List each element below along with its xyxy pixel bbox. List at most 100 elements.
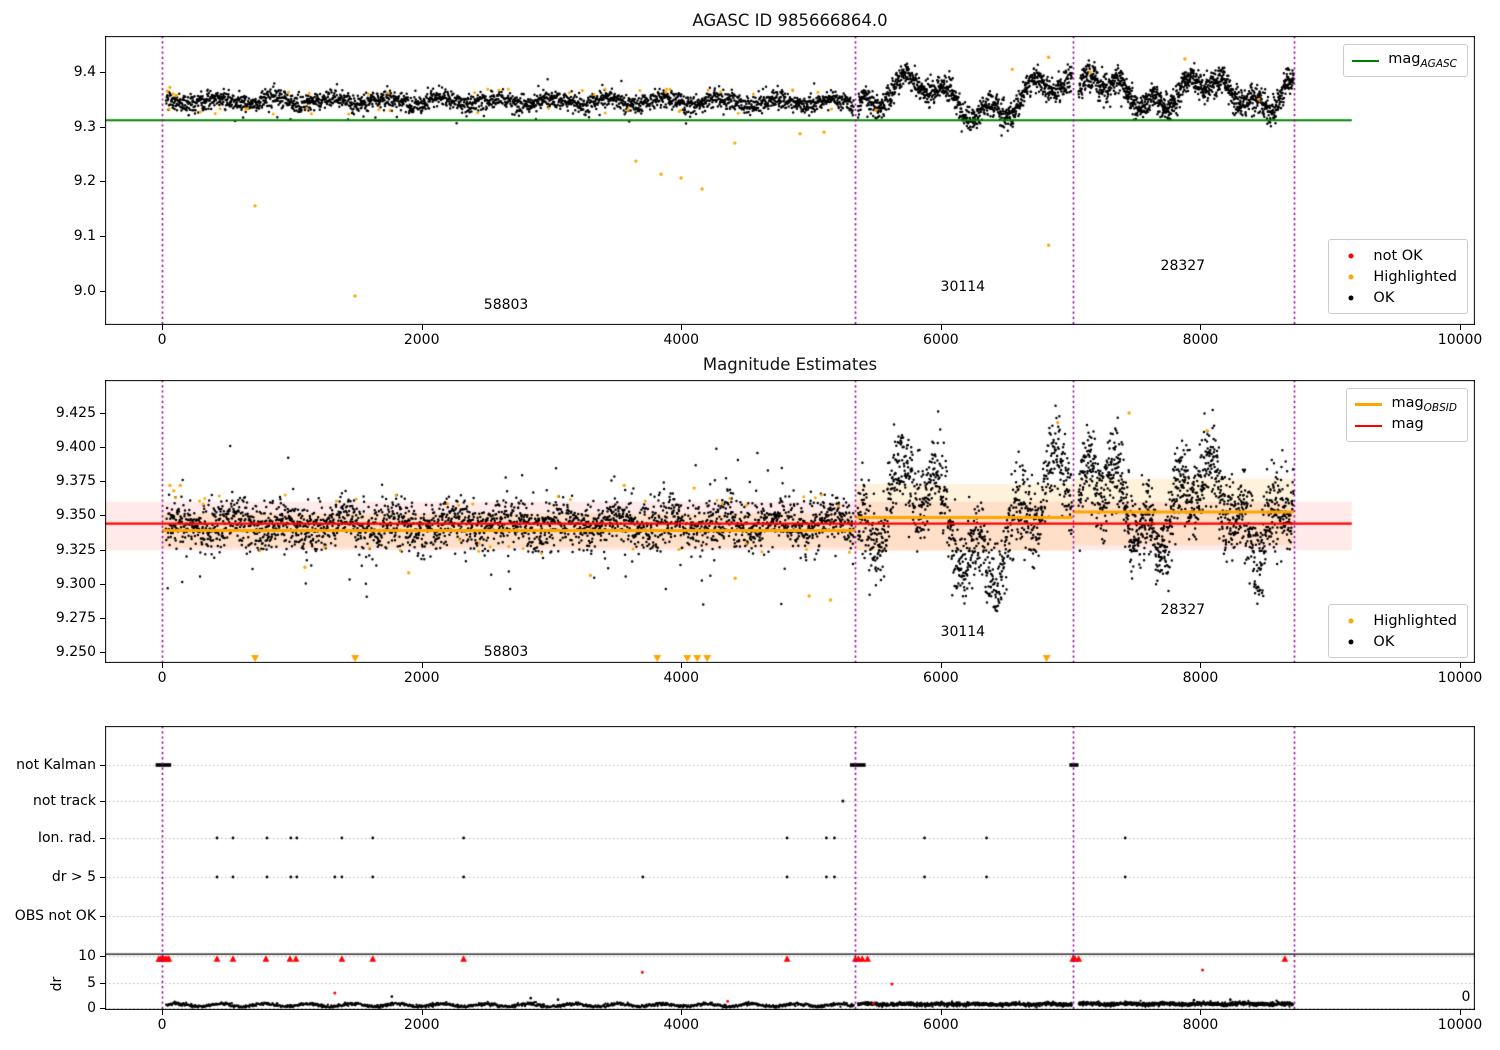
flag-category-label: dr > 5 bbox=[51, 869, 96, 885]
right-edge-zero-label: 0 bbox=[1461, 988, 1471, 1005]
flag-tick-mark bbox=[100, 764, 105, 766]
highlighted-label-2: Highlighted bbox=[1373, 612, 1457, 629]
ok-label: OK bbox=[1373, 289, 1395, 306]
obsid-annotation: 58803 bbox=[483, 643, 529, 660]
obsid-annotation: 30114 bbox=[940, 279, 986, 296]
flag-tick-mark bbox=[100, 801, 105, 802]
x-tick-label: 10000 bbox=[1437, 670, 1483, 686]
legend-point-types-middle: Highlighted OK bbox=[1328, 604, 1468, 658]
flag-tick-mark bbox=[100, 877, 105, 878]
legend-point-types-top: not OK Highlighted OK bbox=[1328, 239, 1468, 314]
y-tick-label: 9.350 bbox=[55, 507, 96, 524]
x-tick-mark bbox=[162, 1010, 164, 1015]
mag-label: mag bbox=[1391, 416, 1424, 433]
dr-tick-mark bbox=[100, 1008, 105, 1009]
mag-obsid-line-swatch bbox=[1355, 403, 1383, 406]
ok-label-2: OK bbox=[1373, 633, 1395, 650]
highlighted-label: Highlighted bbox=[1373, 268, 1457, 285]
x-tick-mark bbox=[421, 663, 423, 668]
flag-category-label: Ion. rad. bbox=[37, 830, 96, 846]
x-tick-label: 10000 bbox=[1437, 1017, 1483, 1033]
flag-tick-mark bbox=[100, 838, 105, 839]
x-tick-label: 8000 bbox=[1182, 1017, 1219, 1033]
x-tick-mark bbox=[421, 325, 423, 330]
legend-item-highlighted: Highlighted bbox=[1337, 266, 1457, 287]
agasc-mag-plot-canvas bbox=[105, 36, 1475, 325]
x-tick-mark bbox=[1460, 325, 1462, 330]
y-tick-label: 9.400 bbox=[55, 439, 96, 456]
magnitude-estimates-plot-canvas bbox=[105, 380, 1475, 663]
y-tick-label: 9.3 bbox=[73, 118, 96, 135]
not-ok-marker-swatch bbox=[1337, 249, 1364, 263]
x-tick-label: 8000 bbox=[1182, 670, 1219, 686]
mag-obsid-label: magOBSID bbox=[1391, 395, 1457, 414]
x-tick-mark bbox=[162, 663, 164, 668]
y-tick-label: 9.4 bbox=[73, 64, 96, 81]
y-tick-mark bbox=[100, 583, 105, 585]
x-tick-mark bbox=[1460, 1010, 1462, 1015]
legend-item-mag: mag bbox=[1355, 415, 1457, 436]
x-tick-label: 0 bbox=[157, 332, 167, 348]
x-tick-label: 10000 bbox=[1437, 332, 1483, 348]
flag-tick-mark bbox=[100, 915, 105, 917]
flag-category-label: not Kalman bbox=[16, 756, 96, 773]
y-tick-mark bbox=[100, 617, 105, 619]
dr-tick-mark bbox=[100, 956, 105, 957]
dr-axis-label: dr bbox=[49, 976, 65, 992]
y-tick-mark bbox=[100, 290, 105, 292]
x-tick-label: 4000 bbox=[663, 332, 700, 348]
mag-agasc-line-swatch bbox=[1352, 59, 1380, 62]
x-tick-mark bbox=[162, 325, 164, 330]
x-tick-label: 6000 bbox=[923, 332, 959, 348]
not-ok-label: not OK bbox=[1373, 247, 1423, 264]
legend-item-mag-agasc: magAGASC bbox=[1352, 50, 1457, 71]
y-tick-label: 9.275 bbox=[55, 609, 96, 626]
legend-mag-lines: magOBSID mag bbox=[1346, 388, 1468, 442]
x-tick-label: 0 bbox=[157, 1017, 167, 1033]
y-tick-mark bbox=[100, 447, 105, 449]
x-tick-label: 2000 bbox=[403, 670, 440, 686]
mag-line-swatch bbox=[1355, 424, 1383, 427]
y-tick-label: 9.250 bbox=[55, 643, 96, 660]
y-tick-mark bbox=[100, 481, 105, 483]
y-tick-mark bbox=[100, 181, 105, 183]
x-tick-label: 2000 bbox=[403, 1017, 440, 1033]
y-tick-mark bbox=[100, 515, 105, 517]
y-tick-label: 9.2 bbox=[73, 173, 96, 190]
x-tick-label: 4000 bbox=[663, 1017, 700, 1033]
y-tick-mark bbox=[100, 235, 105, 237]
obsid-annotation: 58803 bbox=[483, 296, 529, 313]
mag-agasc-label: magAGASC bbox=[1388, 51, 1457, 70]
x-tick-label: 6000 bbox=[923, 1017, 959, 1033]
x-tick-mark bbox=[1200, 325, 1202, 330]
x-tick-mark bbox=[1200, 1010, 1202, 1015]
legend-item-highlighted-2: Highlighted bbox=[1337, 610, 1457, 631]
y-tick-mark bbox=[100, 413, 105, 415]
x-tick-mark bbox=[681, 325, 683, 330]
y-tick-label: 9.1 bbox=[73, 227, 96, 244]
x-tick-label: 2000 bbox=[403, 332, 440, 348]
obsid-annotation: 28327 bbox=[1160, 601, 1206, 618]
x-tick-mark bbox=[421, 1010, 423, 1015]
y-tick-label: 9.300 bbox=[55, 575, 96, 592]
x-tick-mark bbox=[1460, 663, 1462, 668]
dr-tick-label: 5 bbox=[87, 974, 96, 991]
y-tick-label: 9.425 bbox=[55, 405, 96, 422]
x-tick-label: 8000 bbox=[1182, 332, 1219, 348]
y-tick-mark bbox=[100, 549, 105, 551]
x-tick-mark bbox=[681, 1010, 683, 1015]
y-tick-label: 9.325 bbox=[55, 541, 96, 558]
x-tick-mark bbox=[1200, 663, 1202, 668]
highlighted-marker-swatch bbox=[1337, 270, 1364, 284]
flag-category-label: OBS not OK bbox=[14, 907, 96, 924]
middle-plot-title: Magnitude Estimates bbox=[702, 355, 878, 374]
legend-item-ok: OK bbox=[1337, 287, 1457, 308]
y-tick-label: 9.375 bbox=[55, 473, 96, 490]
flag-category-label: not track bbox=[32, 793, 96, 809]
ok-marker-swatch bbox=[1337, 291, 1364, 305]
y-tick-mark bbox=[100, 126, 105, 128]
x-tick-label: 6000 bbox=[923, 670, 959, 686]
y-tick-mark bbox=[100, 651, 105, 653]
dr-tick-mark bbox=[100, 982, 105, 984]
legend-item-mag-obsid: magOBSID bbox=[1355, 394, 1457, 415]
